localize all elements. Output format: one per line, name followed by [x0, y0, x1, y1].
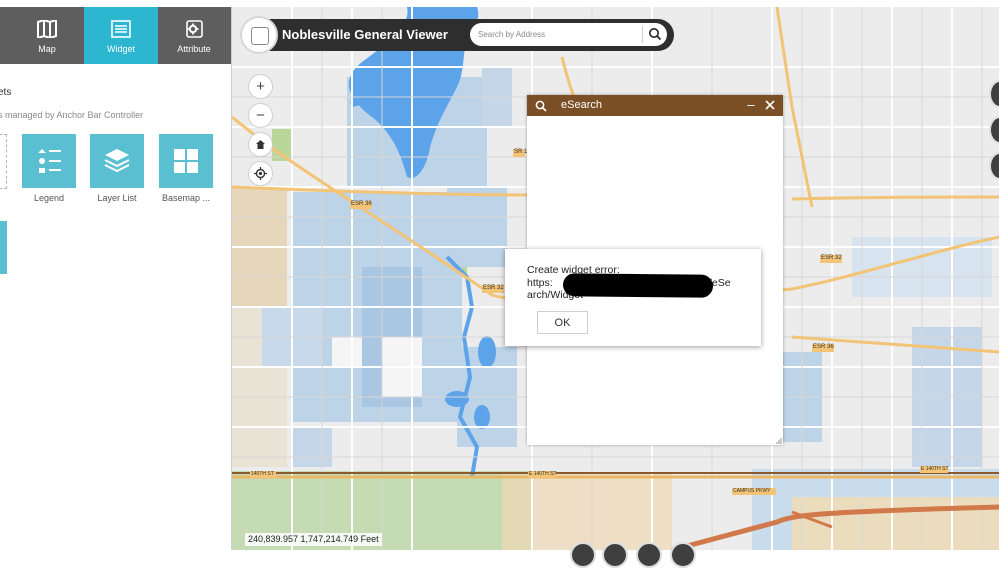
basemap-tile-label: Basemap ...	[161, 193, 211, 203]
legend-icon	[38, 149, 61, 173]
zoom-in-button[interactable]: +	[248, 74, 273, 99]
tab-widget-label: Widget	[106, 44, 135, 54]
road-label-140th-mid: E 140TH ST	[529, 471, 557, 477]
basemap-widget-tile[interactable]	[159, 134, 213, 188]
anchor-bar-button-2[interactable]	[602, 542, 628, 568]
tab-map[interactable]: Map	[10, 7, 84, 64]
layer-list-tile-label: Layer List	[97, 193, 137, 203]
map-icon	[37, 20, 57, 38]
road-label-140th-right: E 140TH ST	[921, 466, 949, 472]
road-label-esr32-right: ESR 32	[821, 255, 842, 261]
legend-tile-label: Legend	[33, 193, 65, 203]
panel-subheading: s managed by Anchor Bar Controller	[0, 110, 144, 120]
road-label-esr36-right: ESR 36	[813, 344, 834, 350]
widget-panel: Map Widget Attribute ets s managed by An…	[0, 0, 231, 550]
gear-icon	[186, 20, 203, 38]
error-url-start: https:	[527, 276, 553, 289]
city-seal-icon	[251, 27, 269, 45]
esearch-title: eSearch	[561, 99, 602, 111]
app-title: Noblesville General Viewer	[282, 27, 448, 42]
home-button[interactable]	[248, 132, 273, 157]
resize-handle-icon[interactable]	[775, 437, 782, 444]
redaction-mark	[562, 273, 714, 298]
basemap-grid-icon	[174, 149, 198, 173]
widget-pool-handle[interactable]	[0, 221, 7, 274]
error-dialog: Create widget error: https:/eSe arch/Wid…	[505, 249, 761, 346]
road-label-esr36-left: ESR 36	[351, 201, 372, 207]
road-label-sr1: SR 1	[514, 149, 528, 155]
locate-icon	[254, 167, 267, 180]
coordinate-readout: 240,839.957 1,747,214.749 Feet	[245, 533, 382, 546]
tab-map-label: Map	[38, 44, 56, 54]
tab-attribute-label: Attribute	[177, 44, 211, 54]
road-label-campus-pkwy: CAMPUS PKWY	[733, 488, 771, 494]
search-divider	[642, 26, 643, 43]
road-label-esr32-mid: ESR 32	[483, 285, 504, 291]
tab-widget[interactable]: Widget	[84, 7, 158, 64]
ok-button[interactable]: OK	[537, 311, 588, 334]
widget-list-icon	[111, 20, 131, 38]
legend-widget-tile[interactable]	[22, 134, 76, 188]
anchor-bar-placeholder[interactable]	[0, 134, 7, 189]
address-search-input[interactable]	[478, 26, 638, 43]
locate-button[interactable]	[248, 161, 273, 186]
tab-attribute[interactable]: Attribute	[157, 7, 231, 64]
anchor-bar-button-1[interactable]	[570, 542, 596, 568]
search-icon	[535, 100, 547, 112]
anchor-bar-button-4[interactable]	[670, 542, 696, 568]
address-search	[470, 23, 667, 46]
layer-list-widget-tile[interactable]	[90, 134, 144, 188]
esearch-title-bar[interactable]: eSearch –	[527, 95, 783, 116]
minimize-button[interactable]: –	[745, 97, 757, 113]
zoom-out-button[interactable]: −	[248, 103, 273, 128]
builder-tab-bar: Map Widget Attribute	[0, 7, 231, 64]
city-logo	[240, 16, 278, 54]
search-icon[interactable]	[646, 26, 664, 43]
home-icon	[256, 140, 265, 149]
panel-heading: ets	[0, 87, 12, 98]
layers-icon	[104, 149, 130, 173]
anchor-bar-button-3[interactable]	[636, 542, 662, 568]
close-icon[interactable]	[763, 97, 777, 113]
road-label-140th-left: 140TH ST	[251, 471, 274, 477]
